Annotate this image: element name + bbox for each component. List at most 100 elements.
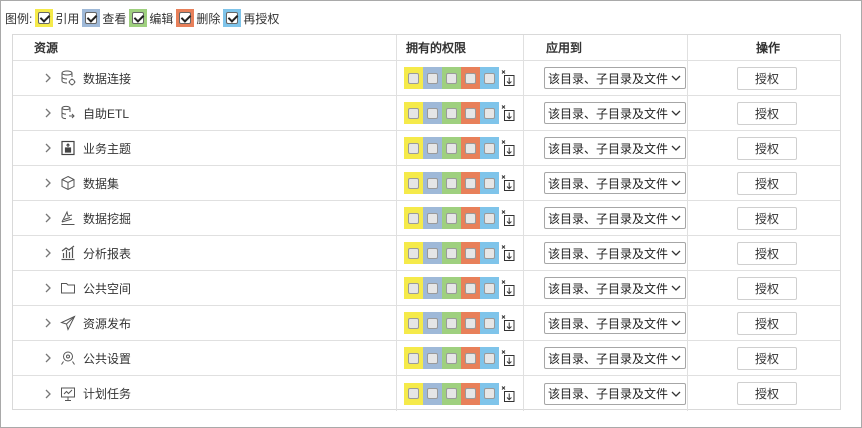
chevron-right-icon[interactable] bbox=[43, 389, 53, 399]
grant-button[interactable]: 授权 bbox=[737, 346, 797, 370]
permission-checkbox[interactable] bbox=[446, 352, 457, 364]
permission-checkbox[interactable] bbox=[408, 107, 419, 119]
grant-button[interactable]: 授权 bbox=[737, 206, 797, 230]
permission-checkbox[interactable] bbox=[446, 247, 457, 259]
legend-swatch[interactable] bbox=[176, 9, 195, 27]
resource-cell: 数据集 bbox=[13, 166, 397, 200]
permission-checkbox[interactable] bbox=[427, 107, 438, 119]
permission-checkbox[interactable] bbox=[427, 212, 438, 224]
permission-checkbox[interactable] bbox=[465, 388, 476, 399]
resource-cell: 自助ETL bbox=[13, 96, 397, 130]
permission-checkbox[interactable] bbox=[408, 317, 419, 329]
grant-button[interactable]: 授权 bbox=[737, 241, 797, 265]
grant-all-icon[interactable] bbox=[500, 243, 516, 263]
permission-checkbox[interactable] bbox=[484, 388, 495, 399]
grant-button[interactable]: 授权 bbox=[737, 101, 797, 125]
permission-checkbox[interactable] bbox=[465, 177, 476, 189]
permission-checkbox[interactable] bbox=[408, 177, 419, 189]
permission-checkbox[interactable] bbox=[427, 388, 438, 399]
permission-checkbox[interactable] bbox=[465, 282, 476, 294]
legend-swatch[interactable] bbox=[35, 9, 54, 27]
apply-to-select[interactable]: 该目录、子目录及文件 bbox=[544, 67, 686, 89]
permission-checkbox[interactable] bbox=[427, 72, 438, 84]
permission-checkbox[interactable] bbox=[408, 212, 419, 224]
grant-button[interactable]: 授权 bbox=[737, 311, 797, 335]
permission-checkbox[interactable] bbox=[446, 282, 457, 294]
permission-checkbox[interactable] bbox=[446, 317, 457, 329]
permission-checkbox[interactable] bbox=[408, 352, 419, 364]
permission-checkbox[interactable] bbox=[446, 388, 457, 399]
permission-checkbox[interactable] bbox=[446, 177, 457, 189]
grant-all-icon[interactable] bbox=[500, 173, 516, 193]
permission-checkbox[interactable] bbox=[465, 317, 476, 329]
chevron-right-icon[interactable] bbox=[43, 108, 53, 118]
grant-all-icon[interactable] bbox=[500, 68, 516, 88]
apply-to-select[interactable]: 该目录、子目录及文件 bbox=[544, 312, 686, 334]
apply-to-select[interactable]: 该目录、子目录及文件 bbox=[544, 207, 686, 229]
permission-checkbox[interactable] bbox=[484, 177, 495, 189]
grant-all-icon[interactable] bbox=[500, 138, 516, 158]
permission-cell bbox=[480, 312, 499, 334]
permission-checkbox[interactable] bbox=[408, 282, 419, 294]
permission-checkbox[interactable] bbox=[446, 107, 457, 119]
permission-checkbox[interactable] bbox=[446, 212, 457, 224]
permission-checkbox[interactable] bbox=[427, 142, 438, 154]
chevron-right-icon[interactable] bbox=[43, 143, 53, 153]
permission-checkbox[interactable] bbox=[427, 177, 438, 189]
permission-checkbox[interactable] bbox=[446, 142, 457, 154]
chevron-right-icon[interactable] bbox=[43, 318, 53, 328]
grant-button[interactable]: 授权 bbox=[737, 171, 797, 195]
apply-to-select[interactable]: 该目录、子目录及文件 bbox=[544, 347, 686, 369]
apply-to-select[interactable]: 该目录、子目录及文件 bbox=[544, 242, 686, 264]
apply-to-select[interactable]: 该目录、子目录及文件 bbox=[544, 382, 686, 405]
chevron-right-icon[interactable] bbox=[43, 178, 53, 188]
chevron-right-icon[interactable] bbox=[43, 283, 53, 293]
permission-checkbox[interactable] bbox=[465, 212, 476, 224]
chevron-down-icon bbox=[671, 211, 681, 225]
permission-checkbox[interactable] bbox=[465, 107, 476, 119]
grant-all-icon[interactable] bbox=[500, 278, 516, 298]
permission-checkbox[interactable] bbox=[484, 142, 495, 154]
apply-to-select[interactable]: 该目录、子目录及文件 bbox=[544, 137, 686, 159]
grant-all-icon[interactable] bbox=[500, 103, 516, 123]
permission-checkbox[interactable] bbox=[484, 282, 495, 294]
grant-button[interactable]: 授权 bbox=[737, 66, 797, 90]
permission-checkbox[interactable] bbox=[484, 107, 495, 119]
grant-all-icon[interactable] bbox=[500, 208, 516, 228]
apply-to-select[interactable]: 该目录、子目录及文件 bbox=[544, 102, 686, 124]
permission-checkbox[interactable] bbox=[465, 352, 476, 364]
permission-checkbox[interactable] bbox=[465, 72, 476, 84]
permissions-cell bbox=[397, 376, 524, 411]
permission-checkbox[interactable] bbox=[484, 212, 495, 224]
permission-checkbox[interactable] bbox=[465, 142, 476, 154]
permission-checkbox[interactable] bbox=[484, 317, 495, 329]
permission-checkbox[interactable] bbox=[484, 72, 495, 84]
grant-all-icon[interactable] bbox=[500, 348, 516, 368]
permission-checkbox[interactable] bbox=[427, 247, 438, 259]
chevron-right-icon[interactable] bbox=[43, 248, 53, 258]
grant-button[interactable]: 授权 bbox=[737, 276, 797, 300]
permission-checkbox[interactable] bbox=[427, 352, 438, 364]
grant-all-icon[interactable] bbox=[500, 313, 516, 333]
chevron-right-icon[interactable] bbox=[43, 353, 53, 363]
apply-to-select[interactable]: 该目录、子目录及文件 bbox=[544, 277, 686, 299]
permission-checkbox[interactable] bbox=[446, 72, 457, 84]
permission-checkbox[interactable] bbox=[465, 247, 476, 259]
grant-button[interactable]: 授权 bbox=[737, 136, 797, 160]
permission-checkbox[interactable] bbox=[408, 388, 419, 399]
permission-checkbox[interactable] bbox=[408, 142, 419, 154]
permission-checkbox[interactable] bbox=[427, 282, 438, 294]
permission-checkbox[interactable] bbox=[408, 247, 419, 259]
permission-checkbox[interactable] bbox=[427, 317, 438, 329]
permission-checkbox[interactable] bbox=[484, 352, 495, 364]
legend-swatch[interactable] bbox=[223, 9, 242, 27]
legend-swatch[interactable] bbox=[129, 9, 148, 27]
grant-all-icon[interactable] bbox=[500, 384, 516, 404]
chevron-right-icon[interactable] bbox=[43, 213, 53, 223]
permission-checkbox[interactable] bbox=[408, 72, 419, 84]
legend-swatch[interactable] bbox=[82, 9, 101, 27]
grant-button[interactable]: 授权 bbox=[737, 382, 797, 405]
permission-checkbox[interactable] bbox=[484, 247, 495, 259]
chevron-right-icon[interactable] bbox=[43, 73, 53, 83]
apply-to-select[interactable]: 该目录、子目录及文件 bbox=[544, 172, 686, 194]
